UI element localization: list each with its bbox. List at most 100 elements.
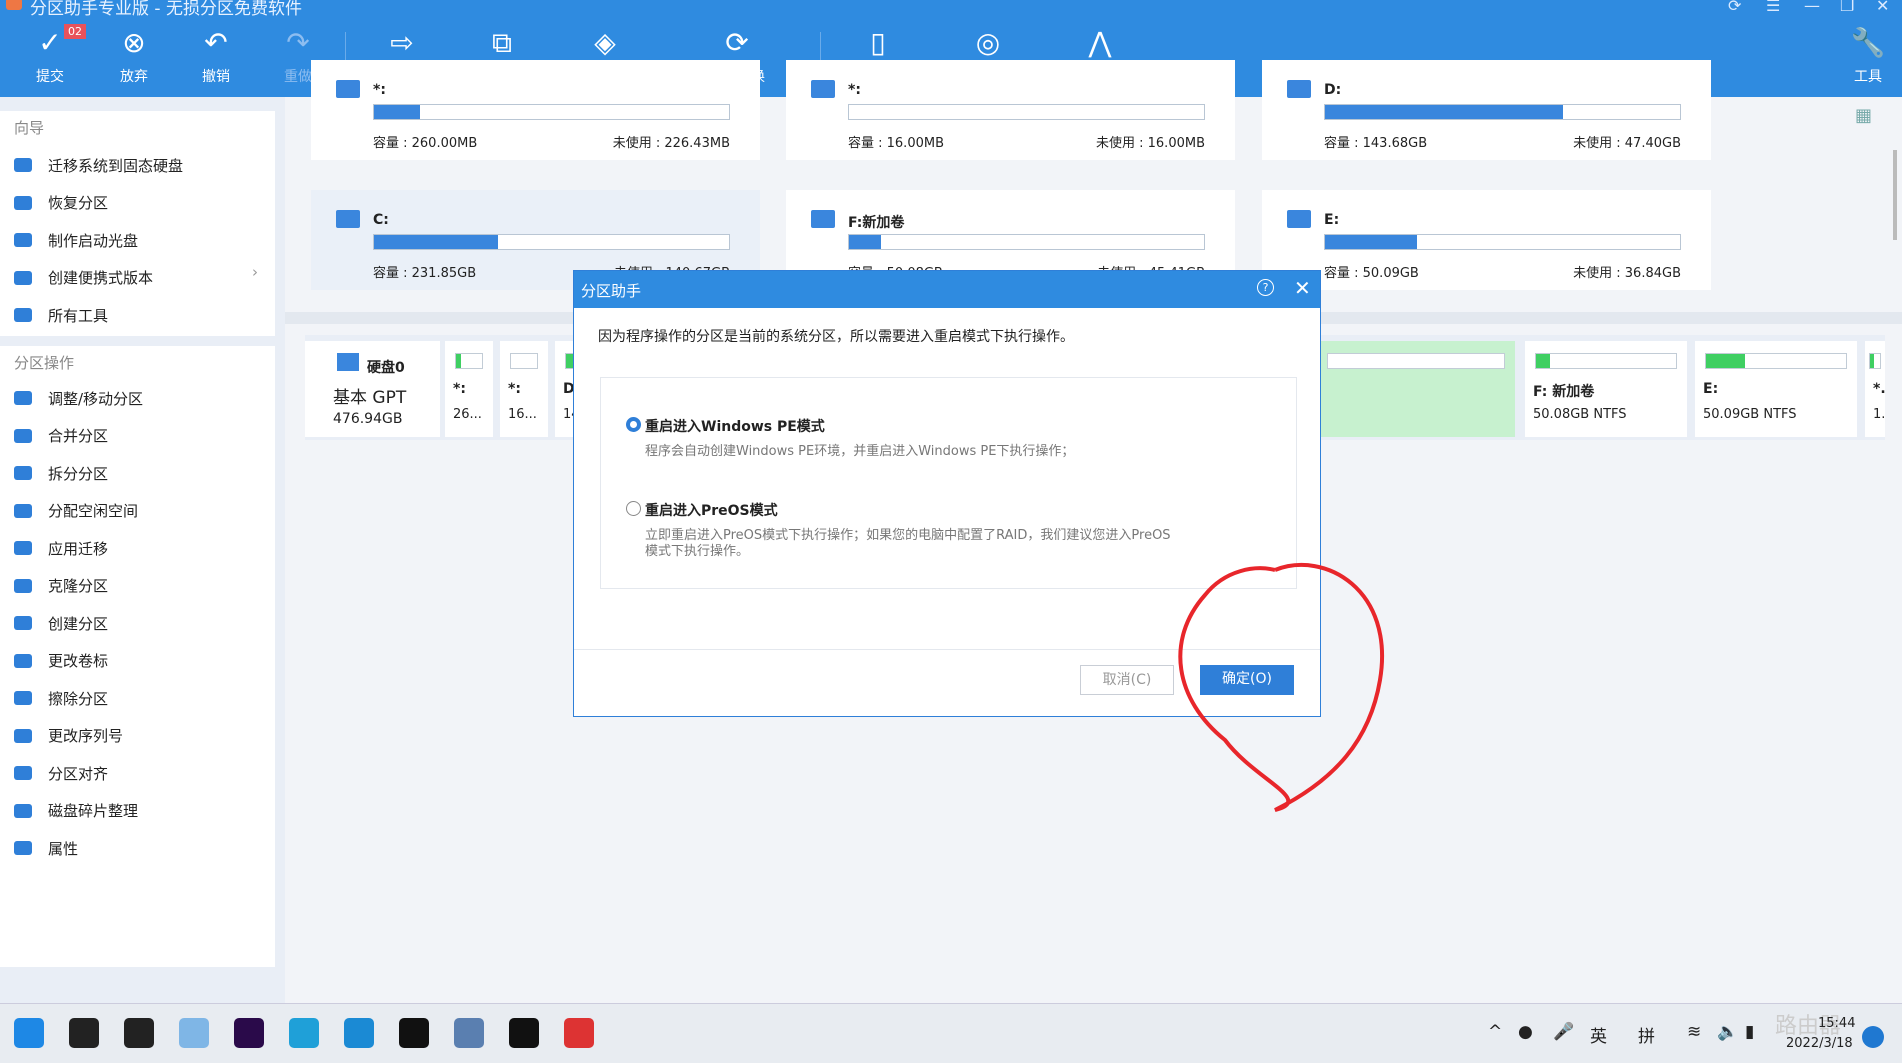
capcut-icon[interactable] [399, 1018, 429, 1048]
operation-item-icon [14, 766, 32, 780]
disk-partition[interactable]: *:16... [500, 341, 548, 437]
scrollbar[interactable] [1893, 150, 1897, 240]
tools-button[interactable]: 🔧工具 [1828, 26, 1902, 86]
discard-icon: ⊗ [116, 26, 152, 60]
usage-bar [848, 104, 1205, 120]
sidebar-wizard-item[interactable]: 迁移系统到固态硬盘 [14, 151, 269, 179]
sidebar-operation-item[interactable]: 合并分区 [14, 422, 269, 450]
wifi-icon[interactable]: ≋ [1687, 1022, 1701, 1042]
toolbar-button-label: 撤销 [202, 69, 230, 85]
partition-card[interactable]: *:容量 : 16.00MB未使用 : 16.00MB [786, 60, 1235, 160]
premiere-icon[interactable] [234, 1018, 264, 1048]
wizard-item-icon [14, 196, 32, 210]
clock-time[interactable]: 15:44 [1818, 1016, 1855, 1031]
disk-partition[interactable]: E:50.09GB NTFS [1695, 341, 1857, 437]
sidebar-operation-item[interactable]: 分配空闲空间 [14, 497, 269, 525]
free-space: 未使用 : 36.84GB [1573, 262, 1681, 281]
dialog-close-icon[interactable]: ✕ [1294, 276, 1311, 300]
sidebar-operation-item[interactable]: 擦除分区 [14, 684, 269, 712]
sidebar-operation-item[interactable]: 分区对齐 [14, 759, 269, 787]
clock-date[interactable]: 2022/3/18 [1786, 1036, 1853, 1051]
sidebar-item-label: 磁盘碎片整理 [48, 800, 138, 821]
microphone-icon[interactable]: 🎤 [1553, 1022, 1574, 1042]
volume-icon[interactable]: 🔈 [1717, 1022, 1738, 1042]
task-view-icon[interactable] [124, 1018, 154, 1048]
tutorial-icon: ▯ [860, 26, 896, 60]
edge-icon[interactable] [289, 1018, 319, 1048]
onedrive-icon[interactable] [179, 1018, 209, 1048]
ime-mode[interactable]: 拼 [1638, 1022, 1655, 1047]
dialog-message: 因为程序操作的分区是当前的系统分区，所以需要进入重启模式下执行操作。 [598, 326, 1074, 346]
partition-card[interactable]: E:容量 : 50.09GB未使用 : 36.84GB [1262, 190, 1711, 290]
partition-name: F: 新加卷 [1533, 381, 1594, 401]
partition-size: 16... [508, 407, 537, 422]
operation-item-icon [14, 616, 32, 630]
option-windows-pe-title: 重启进入Windows PE模式 [645, 416, 825, 436]
sidebar-operation-item[interactable]: 拆分分区 [14, 459, 269, 487]
sidebar-item-label: 应用迁移 [48, 538, 108, 559]
sidebar-operation-item[interactable]: 应用迁移 [14, 534, 269, 562]
partition-card[interactable]: *:容量 : 260.00MB未使用 : 226.43MB [311, 60, 760, 160]
sidebar-operation-item[interactable]: 属性 [14, 834, 269, 862]
toolbar-button-label: 放弃 [120, 69, 148, 85]
disk-info[interactable]: 硬盘0 基本 GPT 476.94GB [305, 341, 440, 437]
disk-partition[interactable]: F: 新加卷50.08GB NTFS [1525, 341, 1687, 437]
sidebar-operation-item[interactable]: 磁盘碎片整理 [14, 797, 269, 825]
maximize-button[interactable]: ❐ [1840, 0, 1854, 15]
partition-card[interactable]: D:容量 : 143.68GB未使用 : 47.40GB [1262, 60, 1711, 160]
qq-icon[interactable] [509, 1018, 539, 1048]
toolbar-button-label: 重做 [284, 69, 312, 85]
operations-heading: 分区操作 [14, 352, 74, 373]
close-button[interactable]: ✕ [1876, 0, 1889, 15]
operation-item-icon [14, 654, 32, 668]
cancel-button[interactable]: 取消(C) [1080, 665, 1174, 695]
toolbar-button-1[interactable]: ⊗ 放弃 [94, 26, 174, 86]
usage-bar [1535, 353, 1677, 369]
partition-size: 26... [453, 407, 482, 422]
disk-partition[interactable]: *.1. [1865, 341, 1885, 437]
partition-label: *: [373, 82, 386, 98]
dialog-title: 分区助手 [581, 280, 641, 301]
partition-c-selected[interactable] [1317, 341, 1515, 437]
sidebar-item-label: 分区对齐 [48, 763, 108, 784]
battery-icon[interactable]: ▮ [1745, 1022, 1754, 1042]
sidebar-wizard-item[interactable]: 创建便携式版本 [14, 264, 269, 292]
view-toggle-icon[interactable]: ▦ [1855, 105, 1872, 126]
toolbar-button-2[interactable]: ↶撤销 [176, 26, 256, 86]
menu-icon[interactable]: ☰ [1766, 0, 1780, 15]
chevron-right-icon: › [252, 263, 258, 281]
notification-icon[interactable] [1862, 1026, 1884, 1048]
clone-disk-icon: ⧉ [484, 26, 520, 60]
sidebar-item-label: 迁移系统到固态硬盘 [48, 155, 183, 176]
ime-language[interactable]: 英 [1590, 1022, 1607, 1047]
usage-bar [373, 104, 730, 120]
help-icon[interactable]: ? [1257, 279, 1274, 296]
sidebar-operation-item[interactable]: 克隆分区 [14, 572, 269, 600]
refresh-icon[interactable]: ⟳ [1728, 0, 1741, 15]
sidebar-item-label: 所有工具 [48, 305, 108, 326]
drive-icon [811, 80, 835, 98]
partition-label: E: [1324, 212, 1339, 228]
sidebar-operation-item[interactable]: 更改卷标 [14, 647, 269, 675]
partition-name: *: [453, 381, 466, 397]
radio-windows-pe[interactable] [626, 417, 641, 432]
sidebar-operation-item[interactable]: 创建分区 [14, 609, 269, 637]
sidebar-wizard-item[interactable]: 制作启动光盘 [14, 226, 269, 254]
sidebar-wizard-item[interactable]: 恢复分区 [14, 189, 269, 217]
redo-icon: ↷ [280, 26, 316, 60]
partition-size: 50.09GB NTFS [1703, 407, 1797, 422]
minimize-button[interactable]: — [1804, 0, 1820, 15]
app-icon[interactable] [344, 1018, 374, 1048]
sidebar-operation-item[interactable]: 调整/移动分区 [14, 384, 269, 412]
sidebar-wizard-item[interactable]: 所有工具 [14, 301, 269, 329]
radio-preos[interactable] [626, 501, 641, 516]
disk-partition[interactable]: *: 26... [445, 341, 493, 437]
partition-assistant-icon[interactable] [454, 1018, 484, 1048]
sidebar-operation-item[interactable]: 更改序列号 [14, 722, 269, 750]
operation-item-icon [14, 691, 32, 705]
search-icon[interactable] [69, 1018, 99, 1048]
qq-tray-icon[interactable]: ● [1518, 1022, 1533, 1042]
start-icon[interactable] [14, 1018, 44, 1048]
tray-overflow-icon[interactable]: ^ [1488, 1022, 1502, 1042]
chrome-icon[interactable] [564, 1018, 594, 1048]
